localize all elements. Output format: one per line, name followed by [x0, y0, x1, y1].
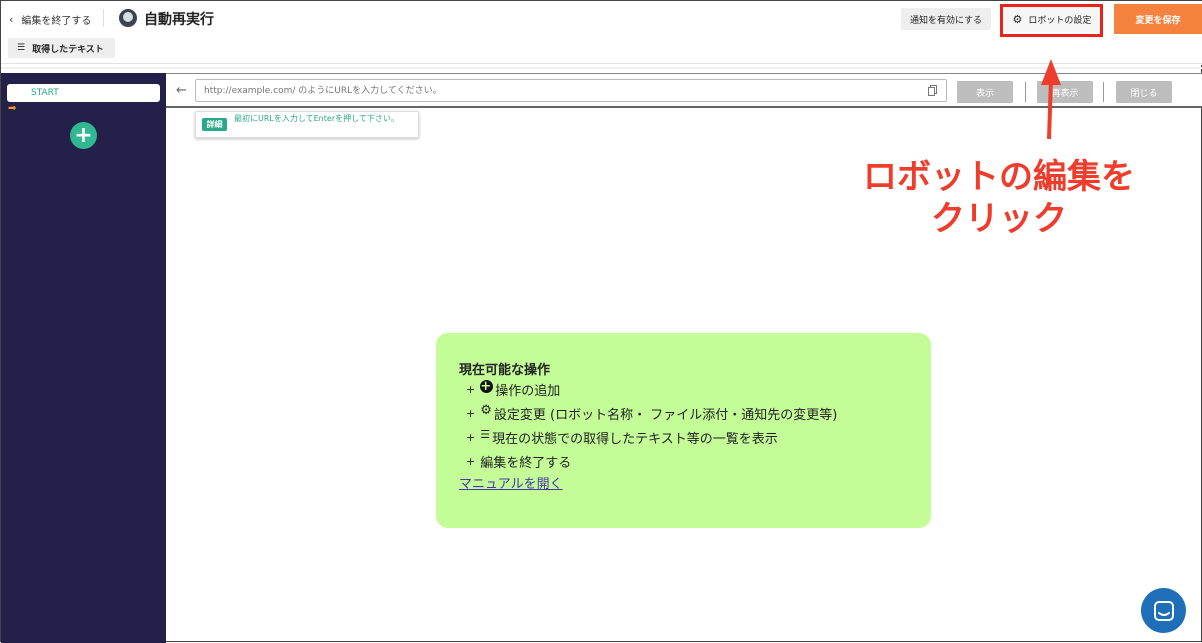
- add-step-button[interactable]: +: [70, 122, 97, 149]
- annotation-arrow-icon: [1041, 59, 1061, 140]
- url-hint-tooltip: 詳細 最初にURLを入力してEnterを押して下さい。: [195, 111, 419, 138]
- panel-title: 現在可能な操作: [459, 363, 551, 378]
- captured-text-button[interactable]: ☰ 取得したテキスト: [8, 38, 115, 58]
- header: ‹ 編集を終了する 自動再実行 通知を有効にする ⚙ ロボットの設定 変更を保存…: [1, 1, 1202, 65]
- header-divider: [103, 9, 104, 27]
- list-icon: ☰: [480, 427, 491, 441]
- gear-icon: ⚙: [480, 402, 492, 418]
- hint-detail-tag[interactable]: 詳細: [202, 118, 227, 131]
- header-divider-line-2: [1, 67, 1202, 69]
- flow-sidebar: START ➡ +: [1, 73, 166, 643]
- annotation-line-2: クリック: [931, 199, 1067, 239]
- show-button[interactable]: 表示: [957, 81, 1013, 103]
- hint-text: 最初にURLを入力してEnterを押して下さい。: [234, 114, 399, 123]
- header-divider-line: [1, 63, 1202, 64]
- annotation-text: ロボットの編集を クリック: [849, 156, 1149, 240]
- chat-bubble-icon: [1153, 600, 1174, 621]
- copy-icon[interactable]: [928, 85, 937, 96]
- action-item: + ⚙ 設定変更 (ロボット名称・ ファイル添付・通知先の変更等): [459, 401, 931, 425]
- button-divider: [1025, 82, 1026, 102]
- action-item: + 編集を終了する: [459, 449, 931, 473]
- available-actions-panel: 現在可能な操作 + + 操作の追加 + ⚙ 設定変更 (ロボット名称・ ファイル…: [436, 333, 931, 528]
- plus-circle-icon: +: [480, 379, 494, 393]
- captured-text-label: 取得したテキスト: [32, 44, 104, 55]
- list-icon: ☰: [17, 43, 26, 53]
- button-divider: [1103, 82, 1104, 102]
- annotation-highlight-box: [1000, 4, 1103, 37]
- start-node[interactable]: START: [7, 84, 160, 102]
- annotation-line-1: ロボットの編集を: [863, 157, 1135, 197]
- app-frame: ‹ 編集を終了する 自動再実行 通知を有効にする ⚙ ロボットの設定 変更を保存…: [0, 0, 1202, 643]
- action-item-text: 現在の状態での取得したテキスト等の一覧を表示: [492, 431, 778, 447]
- robot-name: 自動再実行: [144, 12, 214, 28]
- exit-edit-link[interactable]: ‹ 編集を終了する: [9, 10, 91, 28]
- bullet-plus: +: [466, 382, 476, 396]
- bullet-plus: +: [466, 430, 476, 444]
- bullet-plus: +: [466, 454, 476, 468]
- enable-notification-button[interactable]: 通知を有効にする: [901, 8, 991, 30]
- action-item: + + 操作の追加: [459, 377, 931, 401]
- chat-button[interactable]: [1141, 588, 1186, 633]
- bullet-plus: +: [466, 406, 476, 420]
- arrow-right-icon: ➡: [8, 103, 17, 114]
- open-manual-link[interactable]: マニュアルを開く: [459, 473, 563, 492]
- url-input[interactable]: [195, 79, 947, 102]
- action-item-text: 操作の追加: [495, 383, 561, 399]
- action-item: + ☰ 現在の状態での取得したテキスト等の一覧を表示: [459, 425, 931, 449]
- arrow-left-icon[interactable]: ←: [176, 83, 187, 98]
- save-changes-button[interactable]: 変更を保存: [1114, 4, 1202, 34]
- close-button[interactable]: 閉じる: [1116, 81, 1172, 103]
- action-item-text: 設定変更 (ロボット名称・ ファイル添付・通知先の変更等): [493, 407, 838, 423]
- robot-avatar-icon: [119, 9, 137, 27]
- chevron-left-icon: ‹: [9, 12, 14, 26]
- exit-edit-label: 編集を終了する: [21, 15, 92, 27]
- action-item-text: 編集を終了する: [480, 455, 572, 471]
